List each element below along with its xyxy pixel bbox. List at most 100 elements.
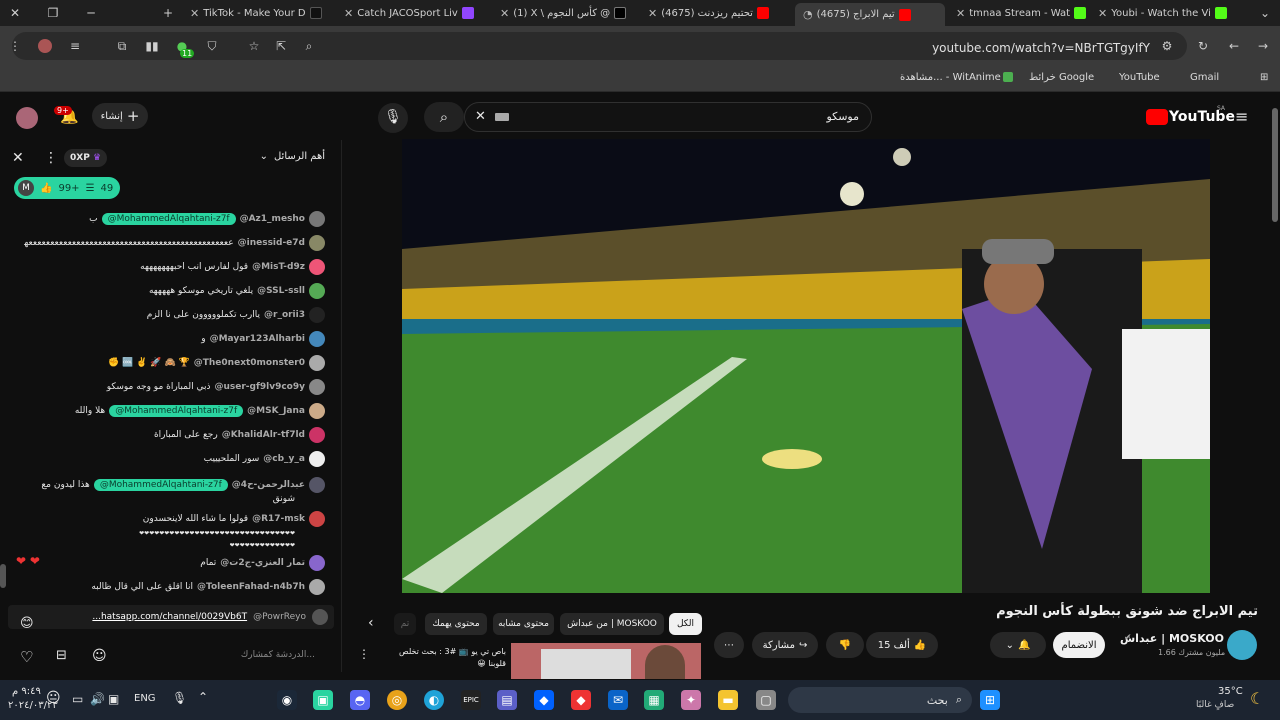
- chat-message[interactable]: @ToleenFahad-n4b7h انا اقلق على الي قال …: [91, 578, 325, 596]
- hamburger-menu-icon[interactable]: ≡: [1235, 107, 1248, 126]
- clear-search-icon[interactable]: ✕: [475, 109, 486, 124]
- bookmark-star-icon[interactable]: ☆: [247, 39, 261, 53]
- profile-avatar[interactable]: [38, 39, 52, 53]
- mute-tab-icon[interactable]: ◔: [803, 8, 813, 21]
- zoom-icon[interactable]: ⌕: [302, 39, 316, 53]
- tab-jacosport[interactable]: ✕ Catch JACOSport Liv: [344, 3, 494, 23]
- close-chat-icon[interactable]: ✕: [12, 150, 24, 166]
- chat-mode-dropdown[interactable]: ⌄ أهم الرسائل: [260, 151, 325, 162]
- channel-name[interactable]: عبداش | MOSKOO: [1120, 632, 1224, 645]
- close-tab-icon[interactable]: ✕: [648, 7, 657, 20]
- restore-window-icon[interactable]: ❐: [46, 6, 60, 20]
- super-chat-icon[interactable]: ⊟: [56, 648, 67, 663]
- chat-username[interactable]: @r_orii3: [264, 310, 305, 320]
- bookmark-youtube[interactable]: YouTube: [1119, 72, 1160, 83]
- tab-youtube-resident[interactable]: ✕ (4675) تحتيم ريزدنت: [648, 3, 788, 23]
- account-avatar[interactable]: [16, 107, 38, 129]
- chat-message[interactable]: @MisT-d9z قول لفارس انب احبهههههههه: [140, 258, 325, 276]
- voice-search-button[interactable]: 🎙: [378, 103, 408, 133]
- chat-input[interactable]: الدردشة كمشارك...: [241, 650, 315, 660]
- search-input[interactable]: موسكو: [826, 110, 859, 123]
- chat-username[interactable]: @عبدالرحمن-ح4: [232, 480, 305, 490]
- keyboard-icon[interactable]: [495, 113, 509, 121]
- search-button[interactable]: ⌕: [424, 102, 464, 132]
- epic-games-icon[interactable]: EPIC: [461, 690, 481, 710]
- shield-icon[interactable]: ⛉: [205, 39, 219, 53]
- dislike-button[interactable]: 👎: [826, 632, 864, 658]
- subscribed-dropdown[interactable]: ⌄ 🔔: [990, 632, 1046, 658]
- related-video-menu-icon[interactable]: ⋮: [358, 647, 370, 661]
- edge-icon[interactable]: ◐: [424, 690, 444, 710]
- video-player[interactable]: [402, 139, 1210, 593]
- extensions-icon[interactable]: ⧉: [115, 39, 129, 53]
- notification-emoji-icon[interactable]: 😐: [46, 690, 61, 706]
- page-scrollbar[interactable]: [1272, 108, 1278, 222]
- task-view-icon[interactable]: ▢: [756, 690, 776, 710]
- chat-message[interactable]: @KhalidAlr-tf7ld رجع على المباراة: [154, 426, 325, 444]
- heart-reaction-icon[interactable]: ♡: [20, 648, 33, 666]
- chat-message[interactable]: @Az1_mesho @MohammedAlqahtani-z7f ب: [89, 210, 325, 228]
- language-indicator[interactable]: ENG: [134, 693, 156, 704]
- chat-message[interactable]: @cb_y_a سور الملحيييب: [204, 450, 325, 468]
- tray-expand-icon[interactable]: ⌃: [198, 690, 208, 704]
- close-tab-icon[interactable]: ✕: [190, 7, 199, 20]
- mention-chip[interactable]: @MohammedAlqahtani-z7f: [109, 405, 244, 417]
- chat-username[interactable]: @ToleenFahad-n4b7h: [197, 582, 305, 592]
- create-button[interactable]: إنشاء +: [92, 103, 148, 129]
- tab-tmnaa[interactable]: ✕ tmnaa Stream - Wat: [956, 3, 1091, 23]
- tab-youtube-current[interactable]: ◔ (4675) تيم الابراج: [795, 3, 945, 26]
- tab-tiktok[interactable]: ✕ TikTok - Make Your D: [190, 3, 330, 23]
- back-icon[interactable]: →: [1256, 39, 1270, 53]
- chat-username[interactable]: @MSK_Jana: [247, 406, 305, 416]
- teams-icon[interactable]: ▤: [497, 690, 517, 710]
- reload-icon[interactable]: ↻: [1196, 39, 1210, 53]
- copilot-icon[interactable]: ✦: [681, 690, 701, 710]
- taskbar-search[interactable]: بحث ⌕: [788, 687, 972, 713]
- share-icon[interactable]: ⇱: [274, 39, 288, 53]
- chat-stats-pill[interactable]: M 👍 99+ ☰ 49: [14, 177, 120, 199]
- store-icon[interactable]: ▦: [644, 690, 664, 710]
- chat-message[interactable]: @تمار العنزي-ج2ت تمام: [200, 554, 325, 572]
- search-box[interactable]: ✕ موسكو: [464, 102, 872, 132]
- volume-icon[interactable]: 🔊: [90, 692, 105, 706]
- youtube-logo-icon[interactable]: [1146, 109, 1168, 125]
- related-video-thumbnail[interactable]: [511, 643, 701, 679]
- chat-username[interactable]: @تمار العنزي-ج2ت: [220, 558, 305, 568]
- chips-prev-icon[interactable]: ‹: [368, 615, 374, 631]
- share-button[interactable]: مشاركة ↪: [752, 632, 818, 658]
- minimize-window-icon[interactable]: ─: [84, 6, 98, 20]
- chip-from-channel[interactable]: من عبداش | MOSKOO: [560, 613, 664, 635]
- channel-avatar[interactable]: [1227, 630, 1257, 660]
- tab-youbi[interactable]: ✕ Youbi - Watch the Vi: [1098, 3, 1248, 23]
- mention-chip[interactable]: @MohammedAlqahtani-z7f: [93, 479, 228, 491]
- url-text[interactable]: youtube.com/watch?v=NBrTGTgyIfY: [932, 41, 1150, 55]
- windows-start-icon[interactable]: ⊞: [980, 690, 1000, 710]
- chat-username[interactable]: @KhalidAlr-tf7ld: [222, 430, 305, 440]
- tab-x[interactable]: ✕ (1) X \ كأس النجوم @: [500, 3, 635, 23]
- dropbox-icon[interactable]: ◆: [534, 690, 554, 710]
- chip-more[interactable]: تم: [394, 613, 416, 635]
- chat-scrollbar[interactable]: [0, 564, 6, 588]
- mention-chip[interactable]: @MohammedAlqahtani-z7f: [101, 213, 236, 225]
- all-bookmarks-icon[interactable]: ⊞: [1260, 72, 1268, 83]
- close-tab-icon[interactable]: ✕: [344, 7, 353, 20]
- media-controls-icon[interactable]: ≡: [68, 39, 82, 53]
- steam-icon[interactable]: ◉: [277, 690, 297, 710]
- extension-pause-icon[interactable]: ▮▮: [145, 39, 159, 53]
- app-red-icon[interactable]: ◆: [571, 690, 591, 710]
- emoji-icon[interactable]: 😊: [20, 616, 34, 631]
- chip-all[interactable]: الكل: [669, 613, 702, 635]
- chat-username[interactable]: @The0next0monster0: [194, 358, 305, 368]
- more-actions-button[interactable]: ⋯: [714, 632, 744, 658]
- weather-temp[interactable]: 35°C: [1218, 686, 1243, 697]
- pinned-text[interactable]: ...hatsapp.com/channel/0029Vb6T: [92, 612, 247, 622]
- tab-search-icon[interactable]: ⌄: [1258, 6, 1272, 20]
- chat-message[interactable]: @user-gf9lv9co9y ذبي المباراة مو وجه موس…: [107, 378, 325, 396]
- weather-desc[interactable]: صافٍ غالبًا: [1196, 700, 1234, 710]
- new-tab-icon[interactable]: +: [161, 6, 175, 20]
- bookmark-maps[interactable]: خرائط Google: [1029, 72, 1094, 83]
- emoji-picker-icon[interactable]: ☺: [92, 648, 107, 664]
- battery-icon[interactable]: ▭: [72, 692, 83, 706]
- forward-icon[interactable]: ←: [1227, 39, 1241, 53]
- close-tab-icon[interactable]: ✕: [956, 7, 965, 20]
